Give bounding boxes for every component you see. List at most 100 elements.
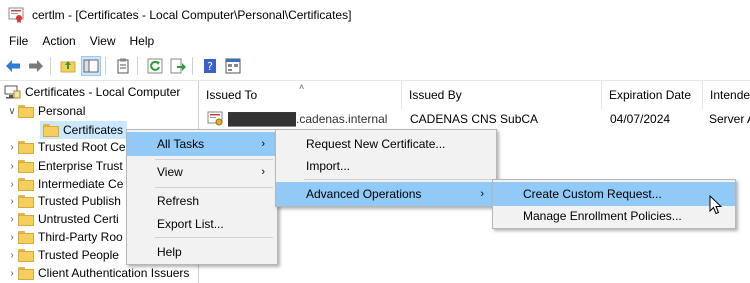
tree-item-root[interactable]: Certificates - Local Computer [3, 83, 180, 101]
menu-item-label: View [157, 165, 183, 179]
properties-icon[interactable] [223, 56, 243, 76]
table-row[interactable]: ████████.cadenas.internal [207, 109, 407, 129]
tree-label: Client Authentication Issuers [38, 266, 190, 280]
show-hide-tree-icon[interactable] [81, 56, 101, 76]
forward-arrow-icon[interactable] [26, 56, 46, 76]
tree-label: Third-Party Roo [38, 230, 123, 244]
tree-item-intermediate[interactable]: › Intermediate Ce [6, 175, 123, 193]
mouse-cursor-icon [709, 194, 723, 218]
menu-item-label: Request New Certificate... [306, 137, 446, 151]
menu-item-help[interactable]: Help [127, 240, 277, 264]
svg-text:?: ? [207, 60, 213, 73]
menu-item-label: Refresh [157, 194, 200, 208]
toolbar-separator [137, 57, 138, 75]
tree-label: Untrusted Certi [38, 212, 119, 226]
tree-label: Enterprise Trust [38, 159, 123, 173]
chevron-right-icon: › [480, 188, 484, 200]
column-header-issued-to[interactable]: Issued To [199, 81, 402, 109]
export-icon[interactable] [168, 56, 188, 76]
tree-item-untrusted[interactable]: › Untrusted Certi [6, 210, 119, 228]
toolbar: ? [0, 52, 750, 81]
column-header-expiration[interactable]: Expiration Date [602, 81, 703, 109]
menu-item-import[interactable]: Import... [276, 154, 496, 178]
export-list-icon[interactable] [113, 56, 133, 76]
refresh-icon[interactable] [145, 56, 165, 76]
menu-item-view[interactable]: View › [127, 160, 277, 184]
chevron-right-icon[interactable]: › [6, 161, 18, 172]
up-folder-icon[interactable] [58, 56, 78, 76]
menu-item-export-list[interactable]: Export List... [127, 212, 277, 236]
column-header-intended-purposes[interactable]: Intende [703, 81, 750, 109]
toolbar-separator [50, 57, 51, 75]
menu-item-manage-enrollment-policies[interactable]: Manage Enrollment Policies... [493, 204, 735, 228]
tree-item-trusted-publishers[interactable]: › Trusted Publish [6, 192, 121, 210]
tree-item-client-auth-issuers[interactable]: › Client Authentication Issuers [6, 264, 189, 282]
all-tasks-submenu: Request New Certificate... Import... Adv… [275, 129, 497, 207]
tree-label: Trusted People [38, 248, 119, 262]
tree-label: Trusted Publish [38, 194, 121, 208]
chevron-right-icon[interactable]: › [6, 179, 18, 190]
menu-item-create-custom-request[interactable]: Create Custom Request... [493, 182, 735, 206]
menu-action[interactable]: Action [42, 34, 75, 48]
chevron-right-icon[interactable]: › [6, 142, 18, 153]
tree-item-trusted-people[interactable]: › Trusted People [6, 246, 119, 264]
toolbar-separator [105, 57, 106, 75]
menu-file[interactable]: File [9, 34, 28, 48]
column-label: Intende [710, 88, 750, 102]
menu-item-label: Import... [306, 159, 351, 173]
menu-item-label: Export List... [157, 217, 224, 231]
cell-intended-purposes: Server A [709, 112, 750, 126]
window-title: certlm - [Certificates - Local Computer\… [32, 8, 352, 22]
chevron-right-icon[interactable]: › [6, 232, 18, 243]
certificate-icon [207, 111, 225, 127]
cell-issued-by: CADENAS CNS SubCA [410, 112, 539, 126]
folder-open-icon [43, 123, 59, 137]
folder-icon [18, 140, 34, 154]
menu-item-all-tasks[interactable]: All Tasks › [127, 132, 277, 156]
chevron-right-icon: › [261, 138, 265, 150]
menu-separator [155, 237, 273, 238]
tree-label-certificates: Certificates [63, 123, 124, 137]
computer-certificates-icon [3, 85, 21, 99]
menu-item-label: Help [157, 245, 182, 259]
help-icon[interactable]: ? [200, 56, 220, 76]
back-arrow-icon[interactable] [3, 56, 23, 76]
chevron-right-icon[interactable]: › [6, 214, 18, 225]
tree-item-third-party-root[interactable]: › Third-Party Roo [6, 228, 123, 246]
menu-item-label: All Tasks [157, 137, 205, 151]
menu-bar: File Action View Help [0, 30, 750, 52]
chevron-down-icon[interactable]: ∨ [6, 106, 18, 117]
chevron-right-icon[interactable]: › [6, 250, 18, 261]
folder-icon [18, 177, 34, 191]
menu-item-request-new-certificate[interactable]: Request New Certificate... [276, 132, 496, 156]
tree-item-trusted-root[interactable]: › Trusted Root Ce [6, 138, 126, 156]
menu-view[interactable]: View [90, 34, 116, 48]
tree-item-certificates[interactable]: Certificates [40, 121, 128, 139]
menu-item-advanced-operations[interactable]: Advanced Operations › [276, 182, 496, 206]
menu-help[interactable]: Help [130, 34, 155, 48]
title-bar: certlm - [Certificates - Local Computer\… [0, 0, 750, 30]
cell-issued-to: ████████.cadenas.internal [228, 112, 388, 126]
folder-icon [18, 194, 34, 208]
chevron-right-icon[interactable]: › [6, 196, 18, 207]
folder-icon [18, 159, 34, 173]
folder-icon [18, 104, 34, 118]
column-header-issued-by[interactable]: Issued By [402, 81, 602, 109]
folder-icon [18, 248, 34, 262]
tree-label: Trusted Root Ce [38, 140, 126, 154]
tree-label-personal: Personal [38, 104, 86, 118]
chevron-right-icon[interactable]: › [6, 268, 18, 279]
chevron-right-icon: › [261, 166, 265, 178]
menu-item-label: Create Custom Request... [523, 187, 662, 201]
tree-item-personal[interactable]: ∨ Personal [6, 102, 85, 120]
tree-item-enterprise-trust[interactable]: › Enterprise Trust [6, 157, 123, 175]
toolbar-separator [192, 57, 193, 75]
folder-icon [18, 230, 34, 244]
column-label: Issued To [206, 88, 258, 102]
context-menu: All Tasks › View › Refresh Export List..… [126, 129, 278, 265]
tree-label: Intermediate Ce [38, 177, 124, 191]
menu-item-label: Advanced Operations [306, 187, 422, 201]
menu-item-refresh[interactable]: Refresh [127, 189, 277, 213]
folder-icon [18, 266, 34, 280]
advanced-operations-submenu: Create Custom Request... Manage Enrollme… [492, 179, 736, 229]
